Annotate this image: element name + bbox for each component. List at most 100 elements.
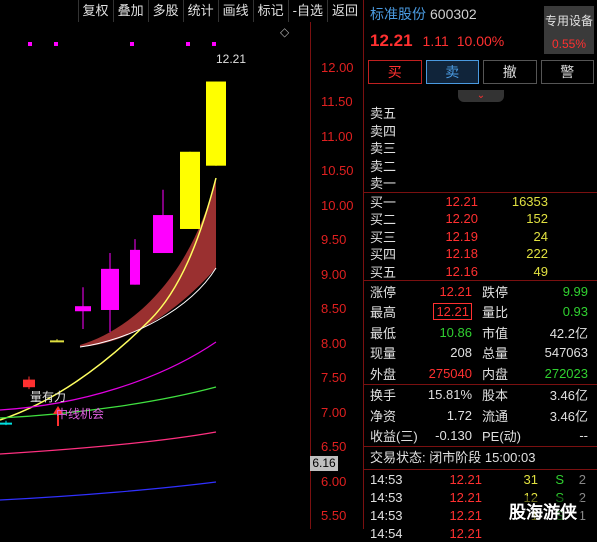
toolbar-overlay-button[interactable]: 叠加 — [112, 0, 148, 22]
volume-annotation: 量有力 — [30, 390, 67, 404]
ask-label: 卖二 — [370, 158, 397, 174]
tick-row: 14:53 12.21 31 S 2 — [364, 470, 597, 488]
buy-button[interactable]: 买 — [368, 60, 422, 84]
fundamental-label: 收益(三) — [370, 429, 418, 445]
quote-panel: 标准股份 600302 12.21 1.11 10.00% 专用设备 0.55%… — [363, 0, 597, 541]
bid-list: 买一 12.21 16353 买二 12.20 152 买三 12.19 24 买四 12.1… — [364, 193, 597, 281]
sector-box[interactable]: 专用设备 0.55% — [544, 6, 594, 54]
toolbar-statistics-button[interactable]: 统计 — [182, 0, 218, 22]
current-price-tag: 6.16 — [310, 456, 338, 471]
top-marker — [28, 42, 32, 46]
candle-body[interactable] — [23, 379, 35, 388]
stats-row: 最高 12.21 量比 0.93 — [364, 302, 597, 323]
stat-value: 12.21 — [439, 283, 472, 299]
axis-tick: 6.00 — [321, 474, 347, 489]
sell-button[interactable]: 卖 — [425, 60, 479, 84]
ask-row[interactable]: 卖二 — [364, 157, 597, 175]
stat-value: 10.86 — [439, 324, 472, 340]
fundamental-label: 流通 — [482, 408, 509, 424]
candle-body[interactable] — [153, 215, 173, 254]
ma-line-blue — [0, 481, 217, 501]
stats-row: 最低 10.86 市值 42.2亿 — [364, 322, 597, 343]
tick-row: 14:54 12.21 — [364, 524, 597, 542]
ask-label: 卖三 — [370, 141, 397, 157]
stat-value: 208 — [450, 345, 472, 361]
stat-label: 量比 — [482, 305, 509, 321]
bid-label: 买四 — [370, 247, 397, 263]
bid-row[interactable]: 买五 12.16 49 — [364, 263, 597, 281]
fundamental-row: 换手 15.81% 股本 3.46亿 — [364, 385, 597, 406]
axis-tick: 11.00 — [321, 129, 353, 144]
tick-price: 12.21 — [449, 525, 482, 541]
bid-row[interactable]: 买二 12.20 152 — [364, 210, 597, 228]
toolbar-restore-rights-button[interactable]: 复权 — [77, 0, 113, 22]
candle-body[interactable] — [180, 151, 200, 229]
toolbar-mark-button[interactable]: 标记 — [252, 0, 288, 22]
bid-price: 12.18 — [445, 246, 478, 262]
cancel-order-button[interactable]: 撤 — [483, 60, 537, 84]
candle-body[interactable] — [75, 306, 91, 312]
candle-body[interactable] — [0, 422, 12, 425]
stat-value: 0.93 — [562, 304, 588, 320]
toolbar-remove-watchlist-button[interactable]: -自选 — [287, 0, 327, 22]
fundamental-label: 净资 — [370, 408, 397, 424]
fundamental-value: -- — [579, 428, 588, 444]
stat-label: 外盘 — [370, 366, 397, 382]
stat-label: 最高 — [370, 305, 397, 321]
tick-price: 12.21 — [449, 471, 482, 487]
axis-tick: 7.00 — [321, 405, 347, 420]
stats-row: 涨停 12.21 跌停 9.99 — [364, 281, 597, 302]
collapse-chevron-icon[interactable]: ⌄ — [458, 90, 504, 102]
fundamental-label: PE(动) — [482, 429, 522, 445]
axis-tick: 9.00 — [321, 267, 347, 282]
bid-label: 买五 — [370, 264, 397, 280]
high-price-label: 12.21 — [216, 52, 247, 66]
tick-price: 12.21 — [449, 507, 482, 523]
fundamental-value: 3.46亿 — [549, 408, 588, 424]
axis-tick: 10.50 — [321, 163, 354, 178]
top-marker — [186, 42, 190, 46]
stat-label: 跌停 — [482, 284, 509, 300]
candle-body[interactable] — [50, 340, 64, 343]
alert-button[interactable]: 警 — [540, 60, 594, 84]
axis-tick: 9.50 — [321, 232, 347, 247]
stock-code: 600302 — [430, 6, 477, 22]
bid-price: 12.16 — [445, 263, 478, 279]
fundamental-label: 换手 — [370, 388, 397, 404]
bid-price: 12.20 — [445, 211, 478, 227]
toolbar-draw-line-button[interactable]: 画线 — [217, 0, 253, 22]
ask-row[interactable]: 卖四 — [364, 122, 597, 140]
candle-body[interactable] — [206, 81, 226, 166]
bid-row[interactable]: 买三 12.19 24 — [364, 228, 597, 246]
ask-label: 卖一 — [370, 176, 397, 192]
diamond-icon[interactable]: ◇ — [280, 25, 289, 39]
stat-label: 现量 — [370, 346, 397, 362]
fundamental-value: 3.46亿 — [549, 388, 588, 404]
tick-price: 12.21 — [449, 489, 482, 505]
axis-tick: 8.50 — [321, 301, 347, 316]
price-change: 1.11 — [422, 33, 449, 49]
stock-name[interactable]: 标准股份 — [370, 4, 426, 24]
ask-row[interactable]: 卖一 — [364, 174, 597, 192]
bid-price: 12.19 — [445, 228, 478, 244]
tick-count: 2 — [578, 471, 586, 487]
bid-qty: 24 — [533, 228, 548, 244]
tick-volume: 31 — [523, 471, 538, 487]
ma-line-pink — [0, 431, 217, 455]
bid-row[interactable]: 买一 12.21 16353 — [364, 193, 597, 211]
price-axis: 12.00 11.50 11.00 10.50 10.00 9.50 9.00 … — [310, 22, 363, 529]
stat-value: 547063 — [544, 345, 588, 361]
ask-row[interactable]: 卖三 — [364, 139, 597, 157]
toolbar-back-button[interactable]: 返回 — [326, 0, 362, 22]
tick-time: 14:54 — [370, 525, 403, 541]
fundamental-row: 净资 1.72 流通 3.46亿 — [364, 405, 597, 426]
toolbar-multi-stock-button[interactable]: 多股 — [147, 0, 183, 22]
kline-chart[interactable]: ◇ 12.21 量有力 中线机会 — [0, 22, 310, 529]
ask-row[interactable]: 卖五 — [364, 104, 597, 122]
stat-value: 12.21 — [433, 303, 472, 321]
bid-row[interactable]: 买四 12.18 222 — [364, 245, 597, 263]
top-marker — [212, 42, 216, 46]
kline-chart-svg — [0, 42, 226, 501]
candle-body[interactable] — [101, 268, 119, 310]
candle-body[interactable] — [130, 249, 140, 285]
